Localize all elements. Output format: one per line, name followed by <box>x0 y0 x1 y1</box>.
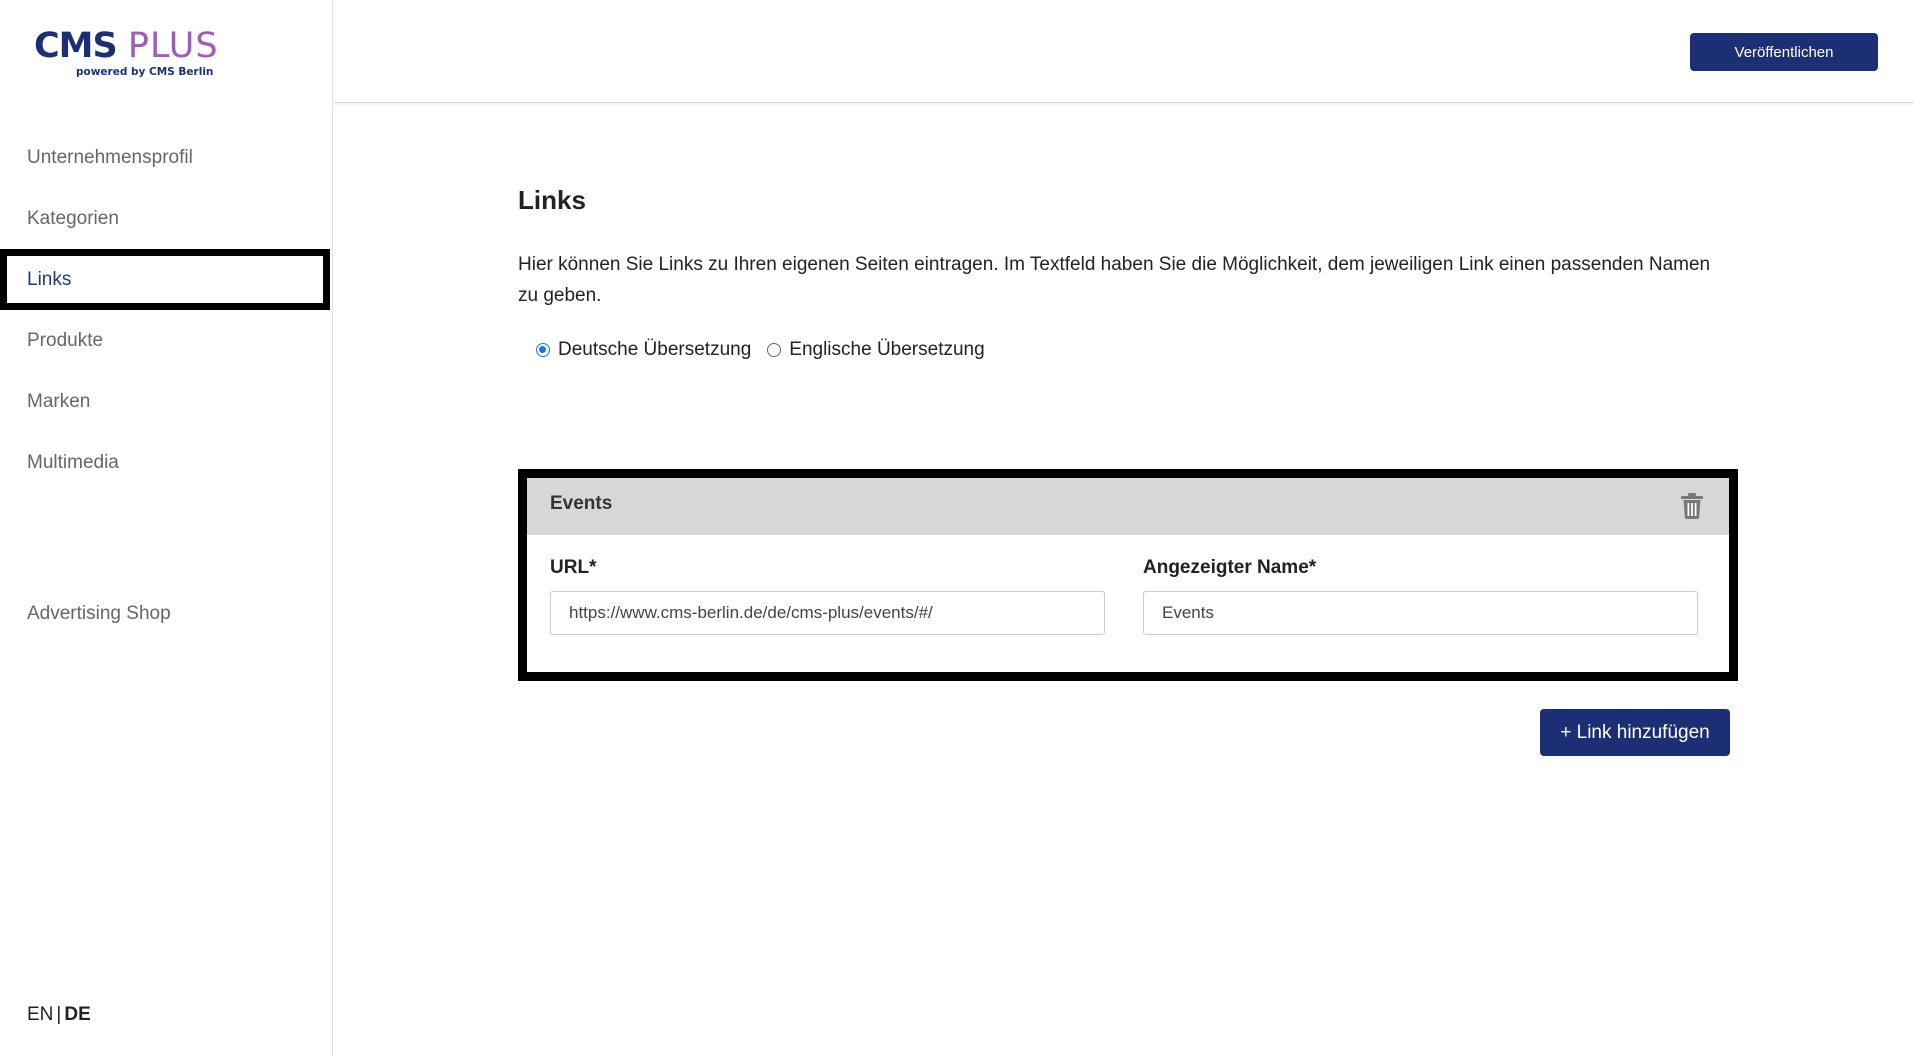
radio-englisch-label: Englische Übersetzung <box>789 339 985 360</box>
sidebar-item-advertising-shop[interactable]: Advertising Shop <box>27 603 171 625</box>
radio-deutsch[interactable]: Deutsche Übersetzung <box>536 339 751 361</box>
radio-checked-icon[interactable] <box>536 343 550 357</box>
sidebar-item-kategorien[interactable]: Kategorien <box>0 188 333 249</box>
sidebar-item-marken[interactable]: Marken <box>0 371 333 432</box>
logo-wordmark: CMS PLUS <box>34 28 219 64</box>
page-title: Links <box>518 185 586 215</box>
intro-text: Hier können Sie Links zu Ihren eigenen S… <box>518 254 1711 306</box>
name-field-group: Angezeigter Name* <box>1143 557 1698 635</box>
cms-plus-logo[interactable]: CMS PLUS powered by CMS Berlin <box>34 28 219 78</box>
lang-en-link[interactable]: EN <box>27 1004 53 1025</box>
sidebar-nav: Unternehmensprofil Kategorien Links Prod… <box>0 127 333 493</box>
url-label: URL* <box>550 557 597 578</box>
lang-separator: | <box>56 1004 62 1025</box>
link-card-fields: URL* Angezeigter Name* <box>527 535 1729 635</box>
trash-icon[interactable] <box>1680 492 1704 520</box>
radio-englisch[interactable]: Englische Übersetzung <box>767 339 985 361</box>
publish-button[interactable]: Veröffentlichen <box>1690 33 1878 71</box>
link-card: Events URL* Angezeigter Name* <box>518 469 1738 681</box>
translation-radio-group: Deutsche Übersetzung Englische Übersetzu… <box>536 339 1738 361</box>
sidebar-item-links[interactable]: Links <box>0 249 330 310</box>
name-input[interactable] <box>1143 591 1698 635</box>
radio-deutsch-label: Deutsche Übersetzung <box>558 339 752 360</box>
main-content: Links Hier können Sie Links zu Ihren eig… <box>518 103 1738 756</box>
lang-de-link[interactable]: DE <box>64 1004 90 1025</box>
sidebar-item-produkte[interactable]: Produkte <box>0 310 333 371</box>
add-link-button[interactable]: + Link hinzufügen <box>1540 709 1730 756</box>
link-card-header: Events <box>527 478 1729 535</box>
sidebar-item-multimedia[interactable]: Multimedia <box>0 432 333 493</box>
sidebar: CMS PLUS powered by CMS Berlin Unternehm… <box>0 0 333 1056</box>
logo-subtitle: powered by CMS Berlin <box>76 66 214 78</box>
url-input[interactable] <box>550 591 1105 635</box>
radio-unchecked-icon[interactable] <box>767 343 782 357</box>
top-bar: Veröffentlichen <box>334 0 1914 103</box>
language-switcher: EN | DE <box>27 1004 91 1026</box>
url-field-group: URL* <box>550 557 1105 635</box>
sidebar-item-unternehmensprofil[interactable]: Unternehmensprofil <box>0 127 333 188</box>
name-label: Angezeigter Name* <box>1143 557 1317 578</box>
logo-cms-text: CMS <box>34 26 118 66</box>
logo-plus-text: PLUS <box>127 26 219 66</box>
link-card-title: Events <box>550 493 613 514</box>
